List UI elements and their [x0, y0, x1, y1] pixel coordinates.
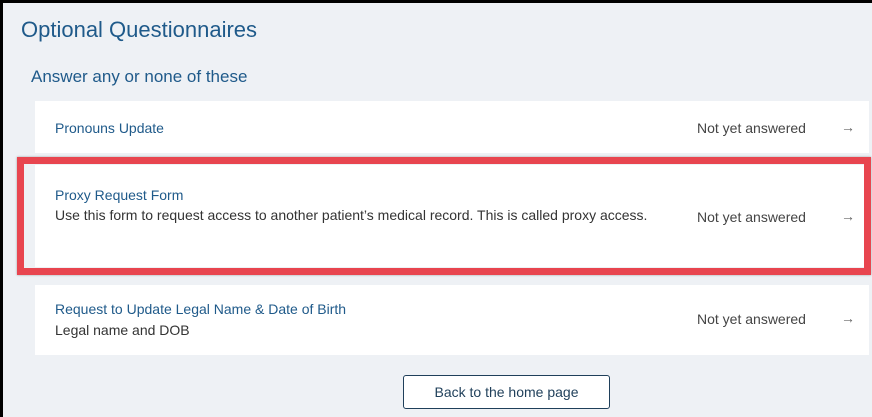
questionnaire-description: Legal name and DOB: [55, 322, 190, 338]
arrow-right-icon: →: [841, 310, 855, 326]
questionnaire-panel: Optional Questionnaires Answer any or no…: [0, 0, 872, 417]
questionnaire-status: Not yet answered: [697, 120, 806, 136]
questionnaire-title: Request to Update Legal Name & Date of B…: [55, 301, 347, 317]
back-to-home-button[interactable]: Back to the home page: [403, 375, 610, 409]
questionnaire-title: Pronouns Update: [55, 120, 164, 136]
arrow-right-icon: →: [841, 119, 855, 135]
page-subtitle: Answer any or none of these: [31, 67, 248, 86]
highlight-annotation: [17, 157, 871, 275]
questionnaire-item-pronouns[interactable]: Pronouns Update Not yet answered →: [35, 101, 869, 153]
page-title: Optional Questionnaires: [21, 17, 258, 42]
questionnaire-item-legal-name[interactable]: Request to Update Legal Name & Date of B…: [35, 285, 869, 355]
questionnaire-status: Not yet answered: [697, 311, 806, 327]
